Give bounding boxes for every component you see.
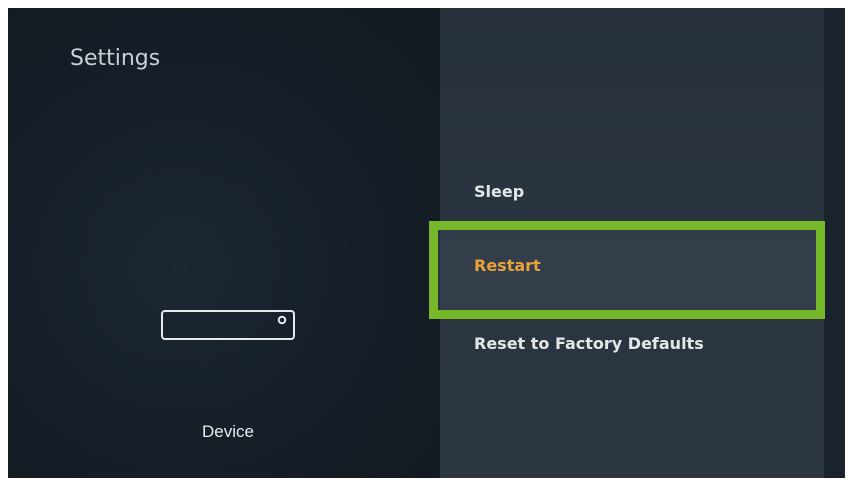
menu-item-restart[interactable]: Restart	[474, 256, 541, 275]
streaming-box-icon	[161, 310, 295, 340]
device-category-label[interactable]: Device	[168, 422, 288, 442]
right-edge-panel	[824, 8, 845, 478]
category-pane: Settings Device	[8, 8, 440, 478]
menu-item-reset-to-factory-defaults[interactable]: Reset to Factory Defaults	[474, 334, 704, 353]
menu-item-sleep[interactable]: Sleep	[474, 182, 524, 201]
page-title: Settings	[70, 46, 161, 71]
